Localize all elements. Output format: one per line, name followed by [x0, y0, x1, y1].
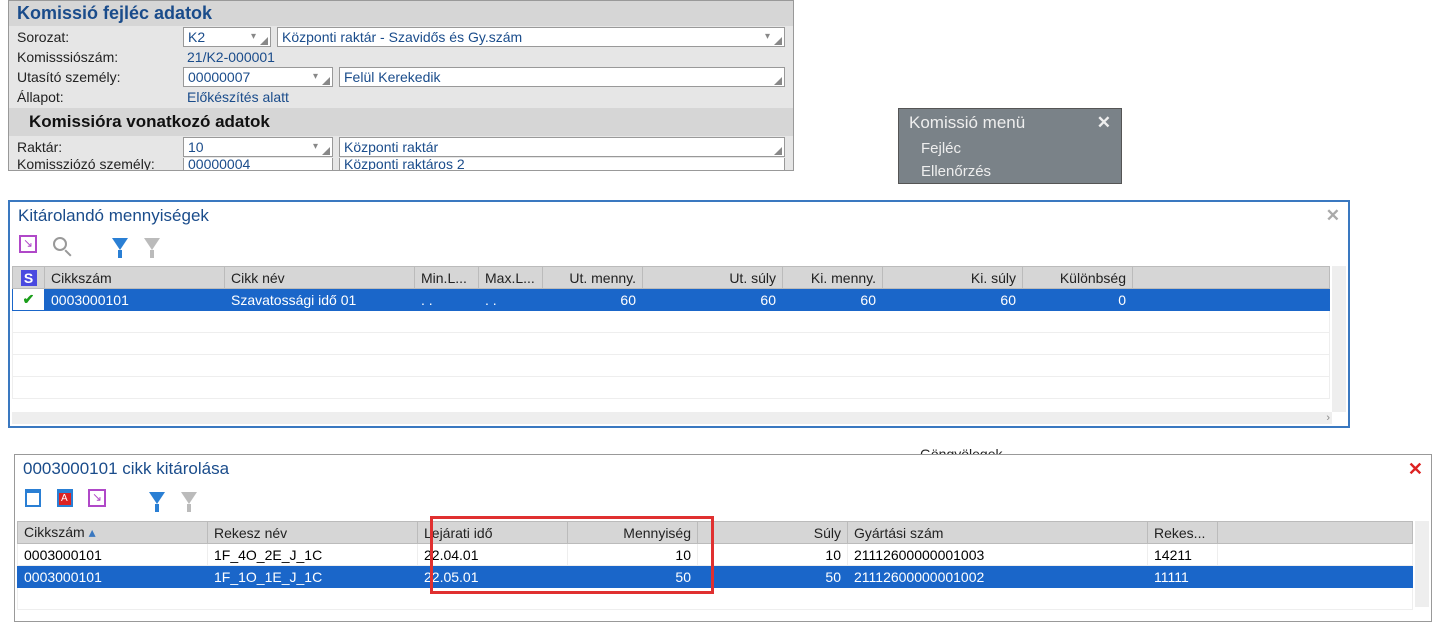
menu-title: Komissió menü: [909, 113, 1025, 133]
col-suly[interactable]: Súly: [698, 522, 848, 544]
export-button[interactable]: [16, 232, 40, 256]
label-sorozat: Sorozat:: [17, 29, 177, 45]
menu-item-ellenorzes[interactable]: Ellenőrzés: [899, 160, 1121, 183]
label-allapot: Állapot:: [17, 89, 177, 105]
combo-raktar-desc[interactable]: Központi raktár: [339, 137, 785, 157]
vertical-scrollbar[interactable]: [1332, 266, 1346, 412]
combo-komisz[interactable]: 00000004: [183, 158, 333, 170]
qty-grid-empty-row: [13, 311, 1330, 333]
qty-grid-row[interactable]: ✔ 0003000101 Szavatossági idő 01 . . . .…: [13, 289, 1330, 311]
detail-grid-header: Cikkszám ▴ Rekesz név Lejárati idő Menny…: [18, 522, 1413, 544]
subheader-title: Komissióra vonatkozó adatok: [9, 108, 793, 136]
detail-grid-row[interactable]: 0003000101 1F_4O_2E_J_1C 22.04.01 10 10 …: [18, 544, 1413, 566]
combo-raktar[interactable]: 10 ▾: [183, 137, 333, 157]
col-gyszam[interactable]: Gyártási szám: [848, 522, 1148, 544]
chevron-down-icon: ▾: [251, 31, 256, 42]
dropdown-handle-icon: [774, 77, 782, 85]
filter-off-button[interactable]: [140, 232, 164, 256]
search-button[interactable]: [48, 232, 72, 256]
detail-grid[interactable]: Cikkszám ▴ Rekesz név Lejárati idő Menny…: [17, 521, 1413, 610]
col-cikknev[interactable]: Cikk név: [225, 267, 415, 289]
qty-grid-header: S Cikkszám Cikk név Min.L... Max.L... Ut…: [13, 267, 1330, 289]
combo-sorozat[interactable]: K2 ▾: [183, 27, 271, 47]
filter-icon: [149, 492, 165, 504]
filter-off-icon: [181, 492, 197, 504]
detail-grid-empty-row: [18, 588, 1413, 610]
qty-toolbar: [10, 230, 1348, 258]
horizontal-scrollbar[interactable]: ›: [12, 412, 1332, 424]
col-cikkszam[interactable]: Cikkszám: [45, 267, 225, 289]
col-kimenny[interactable]: Ki. menny.: [783, 267, 883, 289]
combo-utasito-desc[interactable]: Felül Kerekedik: [339, 67, 785, 87]
detail-panel: 0003000101 cikk kitárolása ✕ Cikkszám ▴ …: [14, 454, 1432, 622]
vertical-scrollbar[interactable]: [1415, 521, 1429, 607]
close-icon[interactable]: ✕: [1097, 113, 1111, 133]
label-komszam: Komisssiószám:: [17, 49, 177, 65]
filter-button[interactable]: [108, 232, 132, 256]
qty-panel-title: Kitárolandó mennyiségek: [18, 206, 209, 226]
label-utasito: Utasító személy:: [17, 69, 177, 85]
filter-icon: [112, 238, 128, 250]
filter-off-button[interactable]: [177, 486, 201, 510]
dropdown-handle-icon: [774, 147, 782, 155]
dropdown-handle-icon: [774, 37, 782, 45]
label-raktar: Raktár:: [17, 139, 177, 155]
col-kulonbseg[interactable]: Különbség: [1023, 267, 1133, 289]
chevron-down-icon: ▾: [765, 31, 770, 42]
col-kisuly[interactable]: Ki. súly: [883, 267, 1023, 289]
chevron-down-icon: ▾: [313, 141, 318, 152]
detail-panel-title: 0003000101 cikk kitárolása: [23, 459, 229, 480]
combo-sorozat-desc[interactable]: Központi raktár - Szavidős és Gy.szám ▾: [277, 27, 785, 47]
export-icon: [88, 489, 106, 507]
status-header-icon: S: [21, 270, 37, 286]
col-utsuly[interactable]: Ut. súly: [643, 267, 783, 289]
close-icon[interactable]: ✕: [1326, 206, 1340, 226]
label-komisz: Komissziózó személy:: [17, 158, 177, 170]
detail-grid-row[interactable]: 0003000101 1F_1O_1E_J_1C 22.05.01 50 50 …: [18, 566, 1413, 588]
sort-asc-icon: ▴: [89, 524, 96, 540]
col-rekesznev[interactable]: Rekesz név: [208, 522, 418, 544]
col-cikkszam[interactable]: Cikkszám ▴: [18, 522, 208, 544]
col-utmenny[interactable]: Ut. menny.: [543, 267, 643, 289]
col-rekes[interactable]: Rekes...: [1148, 522, 1218, 544]
export-icon: [19, 235, 37, 253]
combo-komisz-desc[interactable]: Központi raktáros 2: [339, 158, 785, 170]
filter-off-icon: [144, 238, 160, 250]
value-allapot: Előkészítés alatt: [183, 89, 289, 105]
filter-button[interactable]: [145, 486, 169, 510]
value-komszam[interactable]: 21/K2-000001: [183, 49, 275, 65]
export-button[interactable]: [85, 486, 109, 510]
col-maxl[interactable]: Max.L...: [479, 267, 543, 289]
qty-grid-empty-row: [13, 355, 1330, 377]
delete-all-button[interactable]: [53, 486, 77, 510]
col-lejarati[interactable]: Lejárati idő: [418, 522, 568, 544]
combo-utasito[interactable]: 00000007 ▾: [183, 67, 333, 87]
dropdown-handle-icon: [322, 147, 330, 155]
qty-grid-empty-row: [13, 333, 1330, 355]
search-icon: [53, 237, 67, 251]
check-icon: ✔: [23, 291, 35, 307]
qty-panel: Kitárolandó mennyiségek ✕ S Cikkszám Cik…: [8, 200, 1350, 428]
col-minl[interactable]: Min.L...: [415, 267, 479, 289]
detail-toolbar: [15, 484, 1431, 512]
col-mennyiseg[interactable]: Mennyiség: [568, 522, 698, 544]
qty-grid-empty-row: [13, 377, 1330, 399]
trash-all-icon: [57, 489, 73, 507]
header-panel: Komissió fejléc adatok Sorozat: K2 ▾ Köz…: [8, 0, 794, 171]
header-title: Komissió fejléc adatok: [9, 1, 793, 26]
chevron-down-icon: ▾: [313, 71, 318, 82]
dropdown-handle-icon: [322, 77, 330, 85]
trash-icon: [25, 489, 41, 507]
qty-grid[interactable]: S Cikkszám Cikk név Min.L... Max.L... Ut…: [12, 266, 1330, 399]
delete-button[interactable]: [21, 486, 45, 510]
menu-item-fejlec[interactable]: Fejléc: [899, 137, 1121, 160]
dropdown-handle-icon: [260, 37, 268, 45]
close-icon[interactable]: ✕: [1408, 459, 1423, 480]
komissio-menu: Komissió menü ✕ Fejléc Ellenőrzés: [898, 108, 1122, 184]
